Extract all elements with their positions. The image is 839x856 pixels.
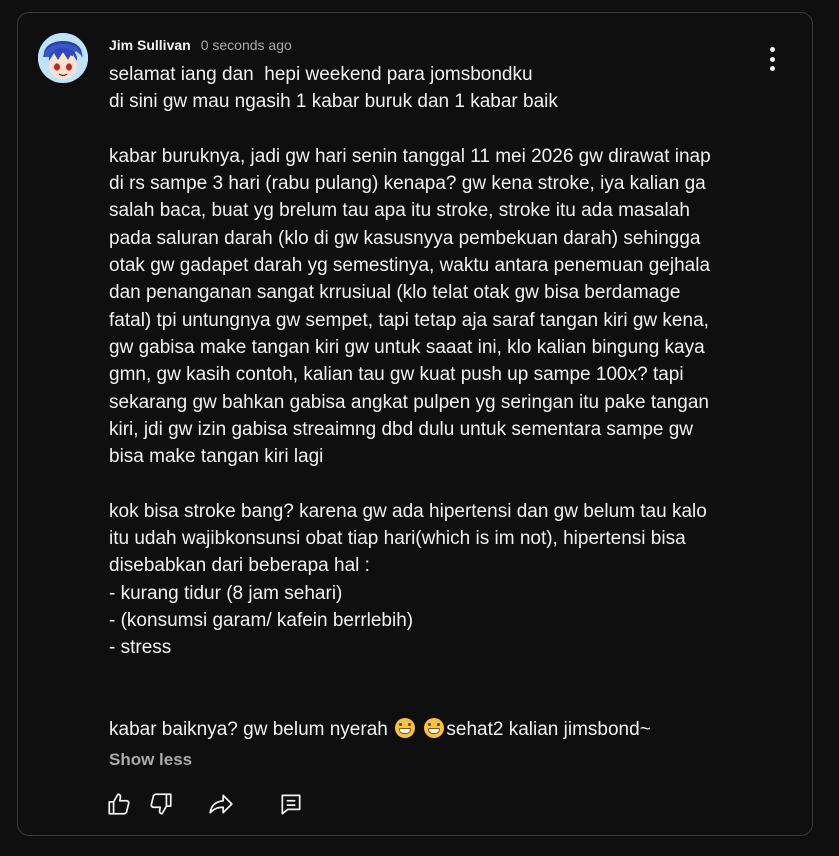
comment-line: gmn, gw kasih contoh, kalian tau gw kuat… — [109, 364, 684, 386]
comment-line: disebabkan dari beberapa hal : — [109, 555, 370, 577]
grinning-face-emoji-icon — [424, 718, 445, 739]
comment-line: di sini gw mau ngasih 1 kabar buruk dan … — [109, 91, 558, 113]
comment-card: Jim Sullivan 0 seconds ago selamat iang … — [17, 12, 813, 836]
comment-line — [109, 116, 789, 143]
comment-line: fatal) tpi untungnya gw sempet, tapi tet… — [109, 309, 709, 331]
author-name[interactable]: Jim Sullivan — [109, 37, 191, 53]
comment-line — [109, 689, 789, 716]
thumbs-down-icon[interactable] — [146, 789, 176, 819]
comment-line: - (konsumsi garam/ kafein berrlebih) — [109, 609, 414, 631]
comment-text: selamat iang dan hepi weekend para jomsb… — [109, 61, 789, 743]
comment-line: di rs sampe 3 hari (rabu pulang) kenapa?… — [109, 173, 706, 195]
comment-timestamp[interactable]: 0 seconds ago — [201, 37, 292, 53]
comment-line: pada saluran darah (klo di gw kasusnyya … — [109, 227, 701, 249]
comment-line: - stress — [109, 637, 172, 659]
comment-line: dan penanganan sangat krrusiual (klo tel… — [109, 282, 681, 304]
thumbs-up-icon[interactable] — [104, 789, 134, 819]
comment-line: salah baca, buat yg brelum tau apa itu s… — [109, 200, 690, 222]
share-icon[interactable] — [206, 789, 236, 819]
comment-last-line-start: kabar baiknya? gw belum nyerah — [109, 719, 388, 741]
reply-icon[interactable] — [276, 789, 306, 819]
comment-line: bisa make tangan kiri lagi — [109, 446, 324, 468]
comment-line — [109, 470, 789, 497]
comment-line — [109, 662, 789, 689]
comment-line: - kurang tidur (8 jam sehari) — [109, 582, 343, 604]
grinning-face-emoji-icon — [395, 718, 416, 739]
comment-line: selamat iang dan hepi weekend para jomsb… — [109, 64, 533, 85]
comment-line: itu udah wajibkonsunsi obat tiap hari(wh… — [109, 528, 686, 550]
comment-last-line-end: sehat2 kalian jimsbond~ — [446, 719, 651, 741]
show-less-button[interactable]: Show less — [109, 750, 192, 770]
comment-line: kok bisa stroke bang? karena gw ada hipe… — [109, 500, 707, 522]
avatar[interactable] — [38, 33, 88, 83]
comment-line: kiri, jdi gw izin gabisa streaimng dbd d… — [109, 418, 694, 440]
comment-line: gw gabisa make tangan kiri gw untuk saaa… — [109, 336, 705, 358]
comment-actions — [104, 789, 306, 819]
comment-last-line: kabar baiknya? gw belum nyerah sehat2 ka… — [109, 716, 789, 743]
comment-line: sekarang gw bahkan gabisa angkat pulpen … — [109, 391, 709, 413]
comment-header: Jim Sullivan 0 seconds ago — [109, 37, 292, 53]
comment-line: kabar buruknya, jadi gw hari senin tangg… — [109, 145, 711, 167]
comment-line: otak gw gadapet darah yg semestinya, wak… — [109, 255, 711, 277]
